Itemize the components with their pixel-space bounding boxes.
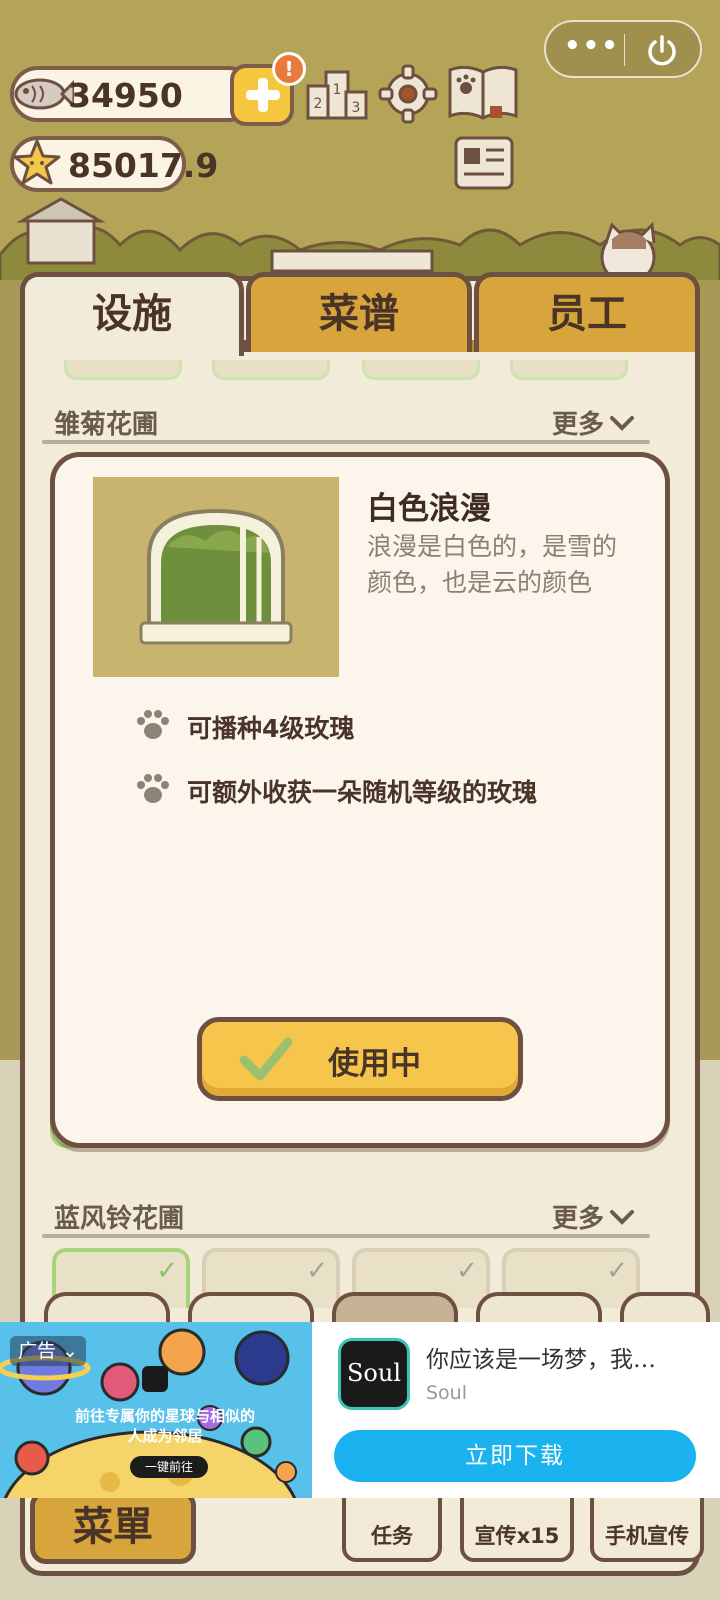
section-divider xyxy=(42,440,650,444)
checkmark-icon xyxy=(239,1037,292,1081)
check-icon: ✓ xyxy=(156,1256,178,1286)
svg-text:2: 2 xyxy=(314,96,323,112)
more-label: 更多 xyxy=(552,410,605,440)
newspaper-icon[interactable] xyxy=(452,134,516,192)
chevron-down-icon: ⌄ xyxy=(56,1340,78,1362)
star-amount: 85017.9 xyxy=(68,146,219,185)
chevron-down-icon xyxy=(610,416,635,431)
settings-gear-icon[interactable] xyxy=(378,64,438,124)
ad-tag[interactable]: 广告 ⌄ xyxy=(10,1336,86,1366)
svg-text:1: 1 xyxy=(333,82,342,98)
section-divider xyxy=(42,1234,650,1238)
alert-badge: ! xyxy=(272,52,306,86)
ad-image[interactable]: 广告 ⌄ 前往专属你的星球与相似的人成为邻居 一键前往 xyxy=(0,1322,312,1498)
section-more-bluebell[interactable]: 更多 xyxy=(552,1198,636,1235)
close-power-icon[interactable] xyxy=(644,33,680,69)
fish-amount: 34950 xyxy=(68,76,183,115)
ad-brand: Soul xyxy=(426,1382,468,1404)
check-icon: ✓ xyxy=(456,1256,478,1286)
ad-image-cta[interactable]: 一键前往 xyxy=(130,1456,208,1478)
facility-thumbnail xyxy=(93,477,339,677)
section-title-bluebell: 蓝风铃花圃 xyxy=(54,1204,185,1234)
soul-app-logo[interactable]: Soul xyxy=(338,1338,410,1410)
tab-staff[interactable]: 员工 xyxy=(474,272,700,352)
task-label: 任务 xyxy=(371,1524,413,1548)
tab-facility[interactable]: 设施 xyxy=(20,272,244,356)
ad-image-caption: 前往专属你的星球与相似的人成为邻居 xyxy=(74,1407,255,1445)
section-title-daisy: 雏菊花圃 xyxy=(54,410,159,440)
promo-label: 宣传x15 xyxy=(474,1524,560,1548)
svg-text:3: 3 xyxy=(352,100,361,116)
feature-text: 可额外收获一朵随机等级的玫瑰 xyxy=(187,778,538,807)
ad-title[interactable]: 你应该是一场梦，我… xyxy=(426,1340,656,1374)
fish-currency-display: 34950 xyxy=(10,66,256,122)
facility-card[interactable] xyxy=(362,360,480,380)
feature-text: 可播种4级玫瑰 xyxy=(187,714,355,743)
section-more-daisy[interactable]: 更多 xyxy=(552,404,636,441)
more-options-button[interactable]: ••• xyxy=(564,33,618,61)
check-icon: ✓ xyxy=(606,1256,628,1286)
tab-recipe[interactable]: 菜谱 xyxy=(246,272,472,352)
greenhouse-icon xyxy=(139,508,293,645)
in-use-label: 使用中 xyxy=(328,1046,421,1082)
capsule-divider xyxy=(624,34,625,66)
facility-card[interactable] xyxy=(64,360,182,380)
facility-detail-modal: 白色浪漫 浪漫是白色的，是雪的颜色，也是云的颜色 可播种4级玫瑰 可额外收获一朵… xyxy=(50,452,670,1148)
cat-book-icon[interactable] xyxy=(446,62,520,124)
modal-description: 浪漫是白色的，是雪的颜色，也是云的颜色 xyxy=(367,532,618,597)
in-use-button[interactable]: 使用中 xyxy=(197,1017,523,1101)
download-button[interactable]: 立即下载 xyxy=(334,1430,696,1482)
paw-icon xyxy=(137,710,169,739)
check-icon: ✓ xyxy=(306,1256,328,1286)
facility-card[interactable] xyxy=(510,360,628,380)
mini-program-capsule: ••• xyxy=(544,20,702,78)
ad-tag-label: 广告 xyxy=(18,1340,57,1362)
chevron-down-icon xyxy=(610,1210,635,1225)
fish-icon xyxy=(14,78,74,110)
star-icon xyxy=(13,139,61,185)
ad-banner[interactable]: 广告 ⌄ 前往专属你的星球与相似的人成为邻居 一键前往 Soul 你应该是一场梦… xyxy=(0,1322,720,1498)
star-currency-display: 85017.9 xyxy=(10,136,218,192)
phone-promo-label: 手机宣传 xyxy=(605,1524,689,1548)
ranking-podium-icon[interactable]: 1 2 3 xyxy=(306,66,368,122)
modal-title: 白色浪漫 xyxy=(367,491,491,527)
more-label: 更多 xyxy=(552,1204,605,1234)
facility-card[interactable] xyxy=(212,360,330,380)
paw-icon xyxy=(137,774,169,803)
menu-button[interactable]: 菜單 xyxy=(30,1490,196,1564)
